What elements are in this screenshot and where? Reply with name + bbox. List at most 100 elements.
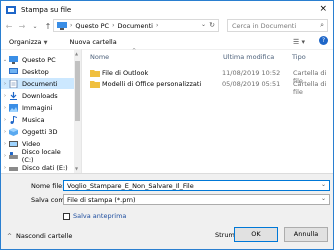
search-box[interactable]: Cerca in Documenti ⌕	[227, 19, 328, 32]
downloads-icon	[10, 91, 17, 100]
command-bar: Organizza ▼ Nuova cartella ☰ ▾ ?	[1, 35, 333, 50]
chevron-right-icon[interactable]: ›	[1, 129, 9, 135]
scroll-up-icon[interactable]: ▲	[75, 51, 78, 56]
filename-field[interactable]: Voglio_Stampare_E_Non_Salvare_Il_File ⌄	[63, 180, 330, 191]
column-type[interactable]: Tipo	[292, 53, 306, 61]
chevron-right-icon[interactable]: ›	[1, 81, 9, 87]
sidebar-item-oggetti-3d[interactable]: › Oggetti 3D	[1, 126, 74, 137]
column-name[interactable]: Nome	[90, 53, 109, 61]
scroll-down-icon[interactable]: ▼	[75, 166, 78, 171]
list-item[interactable]: Modelli di Office personalizzati 05/08/2…	[84, 78, 329, 96]
video-icon	[9, 140, 18, 147]
file-modified: 11/08/2019 10:52	[222, 69, 281, 77]
sidebar-item-label: Questo PC	[22, 55, 56, 64]
sidebar-item-label: Video	[22, 139, 41, 148]
save-form: Nome file: Voglio_Stampare_E_Non_Salvare…	[1, 173, 333, 224]
sidebar-item-disco-c[interactable]: › Disco locale (C:)	[1, 148, 74, 164]
forward-button[interactable]: →	[17, 22, 27, 31]
window-title: Stampa su file	[21, 5, 72, 14]
3d-objects-icon	[9, 127, 18, 136]
sidebar-item-disco-e[interactable]: › Disco dati (E:)	[1, 162, 74, 173]
organize-menu-button[interactable]: Organizza ▼	[9, 38, 47, 46]
recent-locations-button[interactable]: ⌄	[30, 23, 40, 30]
navigation-scrollbar[interactable]: ▲ ▼	[74, 49, 81, 173]
checkbox-label[interactable]: Salva anteprima	[73, 212, 126, 220]
folder-icon	[90, 70, 100, 77]
chevron-right-icon[interactable]: ›	[1, 117, 9, 123]
back-button[interactable]: ←	[4, 22, 14, 31]
file-type: Cartella di file	[293, 80, 327, 96]
new-folder-button[interactable]: Nuova cartella	[69, 38, 116, 46]
dialog-footer: ^ Nascondi cartelle Strumenti ▼ OK Annul…	[1, 223, 333, 249]
sidebar-item-musica[interactable]: › Musica	[1, 114, 74, 125]
sidebar-item-label: Immagini	[22, 103, 53, 112]
file-modified: 05/08/2019 05:51	[222, 80, 281, 88]
search-input[interactable]: Cerca in Documenti	[232, 22, 296, 30]
folder-icon	[90, 81, 100, 88]
images-icon	[9, 103, 18, 112]
save-preview-checkbox[interactable]: Salva anteprima	[63, 212, 126, 220]
chevron-right-icon[interactable]: ›	[1, 93, 9, 99]
save-dialog: Stampa su file × ← → ⌄ ↑ › Questo PC › D…	[0, 0, 334, 250]
scrollbar-thumb[interactable]	[75, 61, 80, 121]
drive-icon	[9, 166, 18, 171]
chevron-up-icon: ^	[7, 232, 13, 240]
sidebar-item-label: Documenti	[22, 79, 58, 88]
hide-folders-button[interactable]: ^ Nascondi cartelle	[7, 232, 72, 240]
file-list: ^ Nome Ultima modifica Tipo File di Outl…	[82, 48, 333, 173]
sidebar-item-label: Desktop	[22, 67, 49, 76]
file-name: Modelli di Office personalizzati	[102, 80, 202, 88]
sidebar-item-label: Oggetti 3D	[22, 127, 58, 136]
sidebar-item-documenti[interactable]: › Documenti	[1, 78, 74, 89]
search-icon: ⌕	[320, 21, 324, 29]
hide-folders-label: Nascondi cartelle	[16, 232, 73, 240]
close-icon[interactable]: ×	[319, 4, 327, 14]
navigation-bar: ← → ⌄ ↑ › Questo PC › Documenti › ⌄ ↻ Ce…	[1, 18, 333, 35]
music-icon	[10, 115, 17, 124]
title-bar: Stampa su file ×	[1, 1, 333, 18]
column-modified[interactable]: Ultima modifica	[223, 53, 274, 61]
chevron-right-icon[interactable]: ›	[1, 153, 9, 159]
list-item[interactable]: File di Outlook 11/08/2019 10:52 Cartell…	[84, 67, 329, 85]
sidebar-item-questo-pc[interactable]: ⌄ Questo PC	[1, 54, 74, 65]
drive-icon	[8, 151, 18, 159]
sort-caret-icon: ^	[132, 48, 137, 54]
ok-button[interactable]: OK	[234, 227, 278, 242]
sidebar-item-label: Musica	[22, 115, 45, 124]
breadcrumb-questo-pc[interactable]: Questo PC	[75, 22, 109, 30]
breadcrumb-documenti[interactable]: Documenti	[117, 22, 152, 30]
view-options-icon[interactable]: ☰ ▾	[293, 38, 305, 46]
sidebar-item-label: Downloads	[22, 91, 58, 100]
address-bar[interactable]: › Questo PC › Documenti › ⌄ ↻	[53, 19, 219, 32]
app-icon	[6, 5, 16, 14]
chevron-down-icon[interactable]: ⌄	[201, 21, 206, 28]
navigation-pane: ⌄ Questo PC Desktop › Documenti › Downlo…	[1, 49, 82, 173]
chevron-right-icon[interactable]: ›	[1, 105, 9, 111]
chevron-down-icon[interactable]: ⌄	[321, 195, 326, 202]
sidebar-item-desktop[interactable]: Desktop	[1, 66, 74, 77]
chevron-right-icon[interactable]: ›	[1, 141, 9, 147]
pc-icon	[57, 21, 67, 30]
filename-label: Nome file:	[31, 182, 65, 190]
refresh-icon[interactable]: ↻	[209, 21, 215, 29]
save-as-type-select[interactable]: File di stampa (*.prn) ⌄	[63, 194, 330, 205]
chevron-right-icon[interactable]: ›	[1, 165, 9, 171]
cancel-button[interactable]: Annulla	[284, 227, 328, 242]
desktop-icon	[9, 67, 18, 74]
chevron-right-icon: ›	[112, 22, 115, 29]
sidebar-item-immagini[interactable]: › Immagini	[1, 102, 74, 113]
sidebar-item-downloads[interactable]: › Downloads	[1, 90, 74, 101]
file-list-header: ^ Nome Ultima modifica Tipo	[82, 48, 333, 63]
save-as-value: File di stampa (*.prn)	[67, 195, 136, 204]
file-name: File di Outlook	[102, 69, 149, 77]
sidebar-item-label: Disco dati (E:)	[22, 163, 68, 172]
organize-label: Organizza	[9, 38, 42, 46]
checkbox-box[interactable]	[63, 212, 70, 220]
chevron-down-icon[interactable]: ⌄	[321, 181, 326, 188]
chevron-right-icon: ›	[70, 22, 73, 29]
chevron-down-icon[interactable]: ⌄	[1, 57, 9, 63]
chevron-down-icon: ▼	[43, 40, 48, 46]
help-icon[interactable]: ?	[319, 36, 328, 45]
up-button[interactable]: ↑	[43, 22, 53, 31]
filename-value[interactable]: Voglio_Stampare_E_Non_Salvare_Il_File	[67, 182, 194, 190]
